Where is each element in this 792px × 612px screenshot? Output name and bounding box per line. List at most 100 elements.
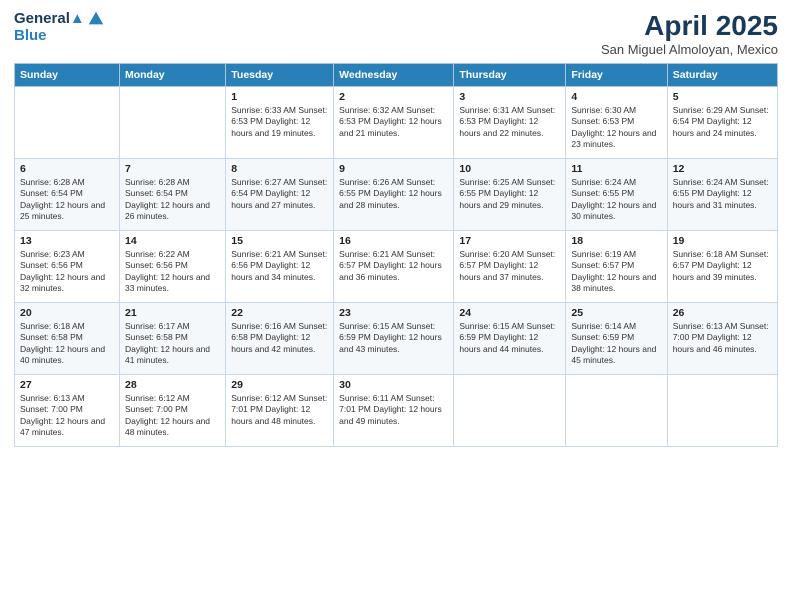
day-number: 16 (339, 235, 448, 247)
day-number: 29 (231, 379, 328, 391)
day-info: Sunrise: 6:16 AM Sunset: 6:58 PM Dayligh… (231, 321, 328, 355)
day-number: 20 (20, 307, 114, 319)
week-row-2: 13 Sunrise: 6:23 AM Sunset: 6:56 PM Dayli… (15, 231, 778, 303)
header-thursday: Thursday (454, 64, 566, 87)
calendar-cell: 19 Sunrise: 6:18 AM Sunset: 6:57 PM Dayli… (667, 231, 777, 303)
day-number: 26 (673, 307, 772, 319)
day-info: Sunrise: 6:18 AM Sunset: 6:58 PM Dayligh… (20, 321, 114, 367)
day-number: 15 (231, 235, 328, 247)
day-info: Sunrise: 6:13 AM Sunset: 7:00 PM Dayligh… (673, 321, 772, 355)
day-number: 5 (673, 91, 772, 103)
day-number: 17 (459, 235, 560, 247)
day-number: 19 (673, 235, 772, 247)
calendar-cell: 21 Sunrise: 6:17 AM Sunset: 6:58 PM Dayli… (119, 303, 225, 375)
week-row-0: 1 Sunrise: 6:33 AM Sunset: 6:53 PM Daylig… (15, 87, 778, 159)
day-number: 1 (231, 91, 328, 103)
calendar-cell: 2 Sunrise: 6:32 AM Sunset: 6:53 PM Daylig… (334, 87, 454, 159)
day-info: Sunrise: 6:17 AM Sunset: 6:58 PM Dayligh… (125, 321, 220, 367)
title-block: April 2025 San Miguel Almoloyan, Mexico (601, 10, 778, 57)
day-info: Sunrise: 6:11 AM Sunset: 7:01 PM Dayligh… (339, 393, 448, 427)
day-info: Sunrise: 6:31 AM Sunset: 6:53 PM Dayligh… (459, 105, 560, 139)
logo-blue: Blue (14, 28, 105, 45)
day-number: 14 (125, 235, 220, 247)
day-info: Sunrise: 6:19 AM Sunset: 6:57 PM Dayligh… (571, 249, 661, 295)
calendar-cell: 14 Sunrise: 6:22 AM Sunset: 6:56 PM Dayli… (119, 231, 225, 303)
day-info: Sunrise: 6:25 AM Sunset: 6:55 PM Dayligh… (459, 177, 560, 211)
day-info: Sunrise: 6:18 AM Sunset: 6:57 PM Dayligh… (673, 249, 772, 283)
calendar-cell: 11Sunrise: 6:24 AM Sunset: 6:55 PM Dayli… (566, 159, 667, 231)
day-number: 12 (673, 163, 772, 175)
header-monday: Monday (119, 64, 225, 87)
calendar-cell (15, 87, 120, 159)
day-number: 7 (125, 163, 220, 175)
day-info: Sunrise: 6:15 AM Sunset: 6:59 PM Dayligh… (459, 321, 560, 355)
logo-icon (87, 10, 105, 28)
day-number: 2 (339, 91, 448, 103)
calendar-cell: 15 Sunrise: 6:21 AM Sunset: 6:56 PM Dayli… (226, 231, 334, 303)
calendar-cell (454, 375, 566, 447)
calendar-cell: 8Sunrise: 6:27 AM Sunset: 6:54 PM Daylig… (226, 159, 334, 231)
day-number: 30 (339, 379, 448, 391)
calendar-table: Sunday Monday Tuesday Wednesday Thursday… (14, 63, 778, 447)
day-info: Sunrise: 6:28 AM Sunset: 6:54 PM Dayligh… (20, 177, 114, 223)
week-row-3: 20 Sunrise: 6:18 AM Sunset: 6:58 PM Dayli… (15, 303, 778, 375)
calendar-cell: 26 Sunrise: 6:13 AM Sunset: 7:00 PM Dayli… (667, 303, 777, 375)
calendar-cell (667, 375, 777, 447)
day-number: 9 (339, 163, 448, 175)
subtitle: San Miguel Almoloyan, Mexico (601, 42, 778, 57)
day-info: Sunrise: 6:28 AM Sunset: 6:54 PM Dayligh… (125, 177, 220, 223)
calendar-cell: 3 Sunrise: 6:31 AM Sunset: 6:53 PM Daylig… (454, 87, 566, 159)
day-info: Sunrise: 6:20 AM Sunset: 6:57 PM Dayligh… (459, 249, 560, 283)
week-row-1: 6 Sunrise: 6:28 AM Sunset: 6:54 PM Daylig… (15, 159, 778, 231)
day-info: Sunrise: 6:15 AM Sunset: 6:59 PM Dayligh… (339, 321, 448, 355)
calendar-cell: 20 Sunrise: 6:18 AM Sunset: 6:58 PM Dayli… (15, 303, 120, 375)
day-number: 6 (20, 163, 114, 175)
day-info: Sunrise: 6:22 AM Sunset: 6:56 PM Dayligh… (125, 249, 220, 295)
day-number: 22 (231, 307, 328, 319)
calendar-cell: 27 Sunrise: 6:13 AM Sunset: 7:00 PM Dayli… (15, 375, 120, 447)
day-number: 27 (20, 379, 114, 391)
calendar-cell: 13 Sunrise: 6:23 AM Sunset: 6:56 PM Dayli… (15, 231, 120, 303)
day-number: 3 (459, 91, 560, 103)
day-number: 21 (125, 307, 220, 319)
calendar-cell: 1 Sunrise: 6:33 AM Sunset: 6:53 PM Daylig… (226, 87, 334, 159)
calendar-cell: 4Sunrise: 6:30 AM Sunset: 6:53 PM Daylig… (566, 87, 667, 159)
calendar-cell: 29 Sunrise: 6:12 AM Sunset: 7:01 PM Dayli… (226, 375, 334, 447)
week-row-4: 27 Sunrise: 6:13 AM Sunset: 7:00 PM Dayli… (15, 375, 778, 447)
day-info: Sunrise: 6:32 AM Sunset: 6:53 PM Dayligh… (339, 105, 448, 139)
calendar-cell: 17 Sunrise: 6:20 AM Sunset: 6:57 PM Dayli… (454, 231, 566, 303)
calendar-cell: 23Sunrise: 6:15 AM Sunset: 6:59 PM Dayli… (334, 303, 454, 375)
calendar-cell: 25Sunrise: 6:14 AM Sunset: 6:59 PM Dayli… (566, 303, 667, 375)
header-wednesday: Wednesday (334, 64, 454, 87)
calendar-cell: 24 Sunrise: 6:15 AM Sunset: 6:59 PM Dayli… (454, 303, 566, 375)
day-info: Sunrise: 6:12 AM Sunset: 7:01 PM Dayligh… (231, 393, 328, 427)
calendar-cell: 12 Sunrise: 6:24 AM Sunset: 6:55 PM Dayli… (667, 159, 777, 231)
day-info: Sunrise: 6:21 AM Sunset: 6:57 PM Dayligh… (339, 249, 448, 283)
day-info: Sunrise: 6:24 AM Sunset: 6:55 PM Dayligh… (673, 177, 772, 211)
header-saturday: Saturday (667, 64, 777, 87)
day-number: 13 (20, 235, 114, 247)
calendar-cell: 16 Sunrise: 6:21 AM Sunset: 6:57 PM Dayli… (334, 231, 454, 303)
calendar-cell: 28Sunrise: 6:12 AM Sunset: 7:00 PM Dayli… (119, 375, 225, 447)
day-info: Sunrise: 6:24 AM Sunset: 6:55 PM Dayligh… (571, 177, 661, 223)
day-info: Sunrise: 6:33 AM Sunset: 6:53 PM Dayligh… (231, 105, 328, 139)
day-info: Sunrise: 6:23 AM Sunset: 6:56 PM Dayligh… (20, 249, 114, 295)
logo-text: General▲ (14, 11, 85, 28)
calendar-cell: 6 Sunrise: 6:28 AM Sunset: 6:54 PM Daylig… (15, 159, 120, 231)
day-number: 24 (459, 307, 560, 319)
header-sunday: Sunday (15, 64, 120, 87)
logo: General▲ Blue (14, 10, 105, 45)
day-info: Sunrise: 6:13 AM Sunset: 7:00 PM Dayligh… (20, 393, 114, 439)
page: General▲ Blue April 2025 San Miguel Almo… (0, 0, 792, 612)
calendar-cell: 9Sunrise: 6:26 AM Sunset: 6:55 PM Daylig… (334, 159, 454, 231)
calendar-cell: 18 Sunrise: 6:19 AM Sunset: 6:57 PM Dayli… (566, 231, 667, 303)
calendar-cell (119, 87, 225, 159)
day-number: 10 (459, 163, 560, 175)
day-number: 18 (571, 235, 661, 247)
day-info: Sunrise: 6:21 AM Sunset: 6:56 PM Dayligh… (231, 249, 328, 283)
calendar-cell: 10 Sunrise: 6:25 AM Sunset: 6:55 PM Dayli… (454, 159, 566, 231)
day-number: 8 (231, 163, 328, 175)
day-number: 28 (125, 379, 220, 391)
day-number: 25 (571, 307, 661, 319)
calendar-cell: 30 Sunrise: 6:11 AM Sunset: 7:01 PM Dayli… (334, 375, 454, 447)
